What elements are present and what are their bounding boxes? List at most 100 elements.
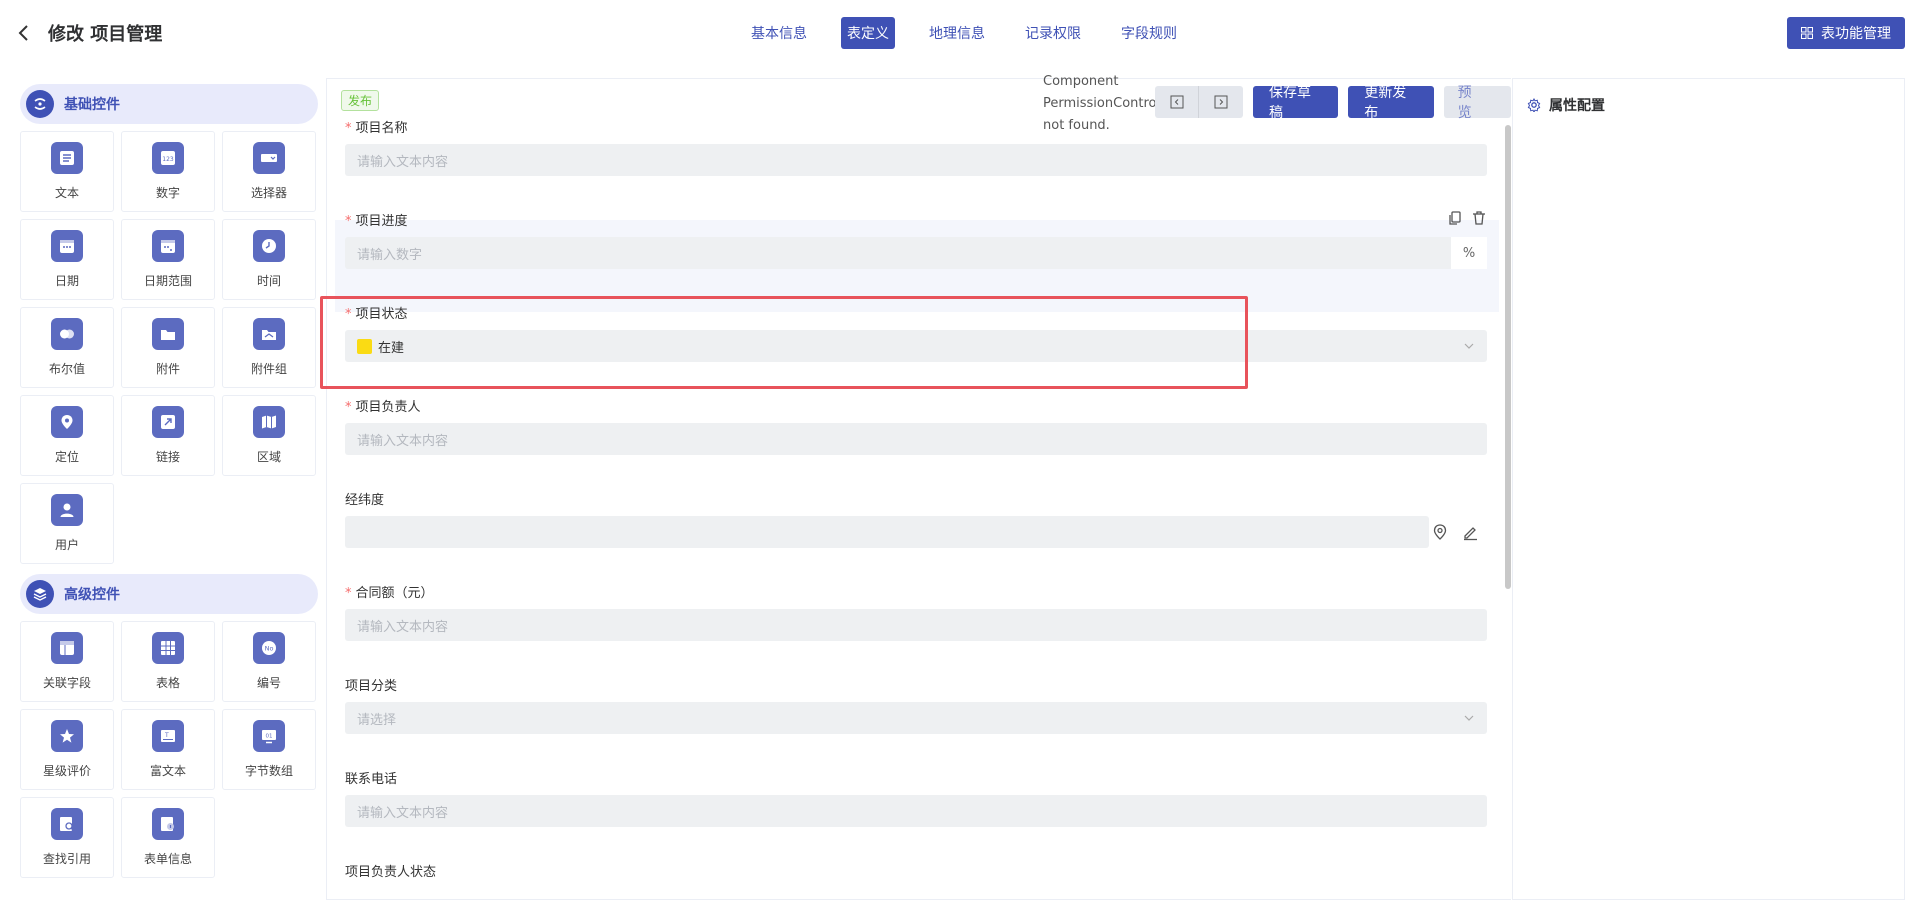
control-number[interactable]: 123 数字 (121, 131, 215, 212)
field-project-name[interactable]: * 项目名称 请输入文本内容 (345, 117, 1487, 176)
control-label: 字节数组 (244, 764, 293, 778)
properties-header: 属性配置 (1527, 95, 1605, 115)
field-label: * 合同额（元） (345, 582, 1487, 601)
collapse-left-button[interactable] (1155, 86, 1199, 118)
control-label: 区域 (256, 450, 281, 464)
control-link[interactable]: 链接 (121, 395, 215, 476)
control-label: 时间 (256, 274, 281, 288)
form-designer-canvas: 发布 Component PermissionControl not found… (320, 74, 1511, 900)
copy-icon[interactable] (1447, 210, 1463, 226)
field-coordinates[interactable]: 经纬度 (345, 489, 1477, 548)
control-label: 定位 (54, 450, 79, 464)
form-scrollbar[interactable] (1505, 125, 1511, 589)
contact-phone-input[interactable]: 请输入文本内容 (345, 795, 1487, 827)
field-label: * 项目负责人 (345, 396, 1487, 415)
control-form-info[interactable]: 表单信息 (121, 797, 215, 878)
lookup-icon (51, 808, 83, 840)
control-label: 表单信息 (143, 852, 192, 866)
field-label: 经纬度 (345, 493, 385, 508)
progress-placeholder: 请输入数字 (357, 247, 423, 263)
field-actions (1447, 210, 1487, 226)
coordinates-input[interactable] (345, 516, 1477, 548)
required-mark: * (345, 586, 352, 601)
location-icon[interactable] (1431, 523, 1449, 541)
byte-array-icon: 01 (253, 720, 285, 752)
control-related-field[interactable]: 关联字段 (20, 621, 114, 702)
control-label: 布尔值 (48, 362, 85, 376)
control-boolean[interactable]: 布尔值 (20, 307, 114, 388)
control-date-range[interactable]: 日期范围 (121, 219, 215, 300)
control-serial-number[interactable]: No 编号 (222, 621, 316, 702)
control-star-rating[interactable]: 星级评价 (20, 709, 114, 790)
required-mark: * (345, 121, 352, 136)
back-arrow-icon[interactable] (16, 22, 32, 44)
tab-basic-info[interactable]: 基本信息 (745, 17, 813, 49)
basic-controls-header[interactable]: 基础控件 (20, 84, 318, 124)
control-label: 编号 (256, 676, 281, 690)
control-date[interactable]: 日期 (20, 219, 114, 300)
link-icon (152, 406, 184, 438)
field-contract-amount[interactable]: * 合同额（元） 请输入文本内容 (345, 582, 1487, 641)
tab-bar: 基本信息 表定义 地理信息 记录权限 字段规则 (745, 17, 1183, 49)
basic-controls-label: 基础控件 (64, 97, 120, 113)
field-project-progress[interactable]: * 项目进度 请输入数字 % (345, 210, 1487, 269)
coordinate-actions (1431, 523, 1479, 541)
control-text[interactable]: 文本 (20, 131, 114, 212)
svg-text:123: 123 (162, 156, 174, 163)
control-label: 日期范围 (143, 274, 192, 288)
calendar-icon (51, 230, 83, 262)
edit-icon[interactable] (1461, 523, 1479, 541)
advanced-controls-label: 高级控件 (64, 587, 120, 603)
control-label: 查找引用 (42, 852, 91, 866)
field-label: * 项目进度 (345, 210, 1487, 229)
field-label: 项目分类 (345, 679, 398, 694)
tab-record-permission[interactable]: 记录权限 (1019, 17, 1087, 49)
svg-text:T: T (164, 732, 169, 739)
properties-panel: 属性配置 (1512, 78, 1905, 900)
tab-geo-info[interactable]: 地理信息 (923, 17, 991, 49)
gear-icon (1527, 98, 1541, 112)
expand-right-icon (1214, 95, 1228, 109)
required-mark: * (345, 214, 352, 229)
save-draft-button[interactable]: 保存草稿 (1253, 85, 1339, 121)
tab-table-definition[interactable]: 表定义 (841, 17, 895, 49)
field-label: 项目负责人状态 (345, 865, 437, 880)
control-rich-text[interactable]: T 富文本 (121, 709, 215, 790)
control-lookup-reference[interactable]: 查找引用 (20, 797, 114, 878)
field-owner-status[interactable]: 项目负责人状态 (345, 861, 1487, 888)
field-project-category[interactable]: 项目分类 请选择 (345, 675, 1487, 734)
control-location[interactable]: 定位 (20, 395, 114, 476)
category-placeholder: 请选择 (357, 712, 397, 728)
advanced-controls-header[interactable]: 高级控件 (20, 574, 318, 614)
expand-right-button[interactable] (1199, 86, 1243, 118)
table-function-button[interactable]: 表功能管理 (1787, 17, 1905, 49)
control-label: 表格 (155, 676, 180, 690)
chevron-down-icon (1464, 343, 1474, 349)
properties-title: 属性配置 (1549, 98, 1605, 114)
project-owner-input[interactable]: 请输入文本内容 (345, 423, 1487, 455)
project-name-input[interactable]: 请输入文本内容 (345, 144, 1487, 176)
folder-icon (152, 318, 184, 350)
control-region[interactable]: 区域 (222, 395, 316, 476)
control-selector[interactable]: 选择器 (222, 131, 316, 212)
control-time[interactable]: 时间 (222, 219, 316, 300)
preview-button[interactable]: 预 览 (1443, 85, 1511, 121)
update-publish-button[interactable]: 更新发布 (1348, 85, 1434, 121)
page-title: 修改 项目管理 (48, 24, 163, 45)
field-project-owner[interactable]: * 项目负责人 请输入文本内容 (345, 396, 1487, 455)
number-icon: 123 (152, 142, 184, 174)
clock-icon (253, 230, 285, 262)
project-progress-input[interactable]: 请输入数字 % (345, 237, 1487, 269)
advanced-controls-grid: 关联字段 表格 No 编号 星级评价 T 富文本 01 字节数组 查找引用 表单信息 (20, 621, 318, 878)
control-attachment-group[interactable]: 附件组 (222, 307, 316, 388)
table-function-label: 表功能管理 (1821, 26, 1891, 42)
field-contact-phone[interactable]: 联系电话 请输入文本内容 (345, 768, 1487, 827)
control-table[interactable]: 表格 (121, 621, 215, 702)
tab-field-rules[interactable]: 字段规则 (1115, 17, 1183, 49)
project-category-select[interactable]: 请选择 (345, 702, 1487, 734)
control-attachment[interactable]: 附件 (121, 307, 215, 388)
control-byte-array[interactable]: 01 字节数组 (222, 709, 316, 790)
control-user[interactable]: 用户 (20, 483, 114, 564)
delete-icon[interactable] (1471, 210, 1487, 226)
contract-amount-input[interactable]: 请输入文本内容 (345, 609, 1487, 641)
